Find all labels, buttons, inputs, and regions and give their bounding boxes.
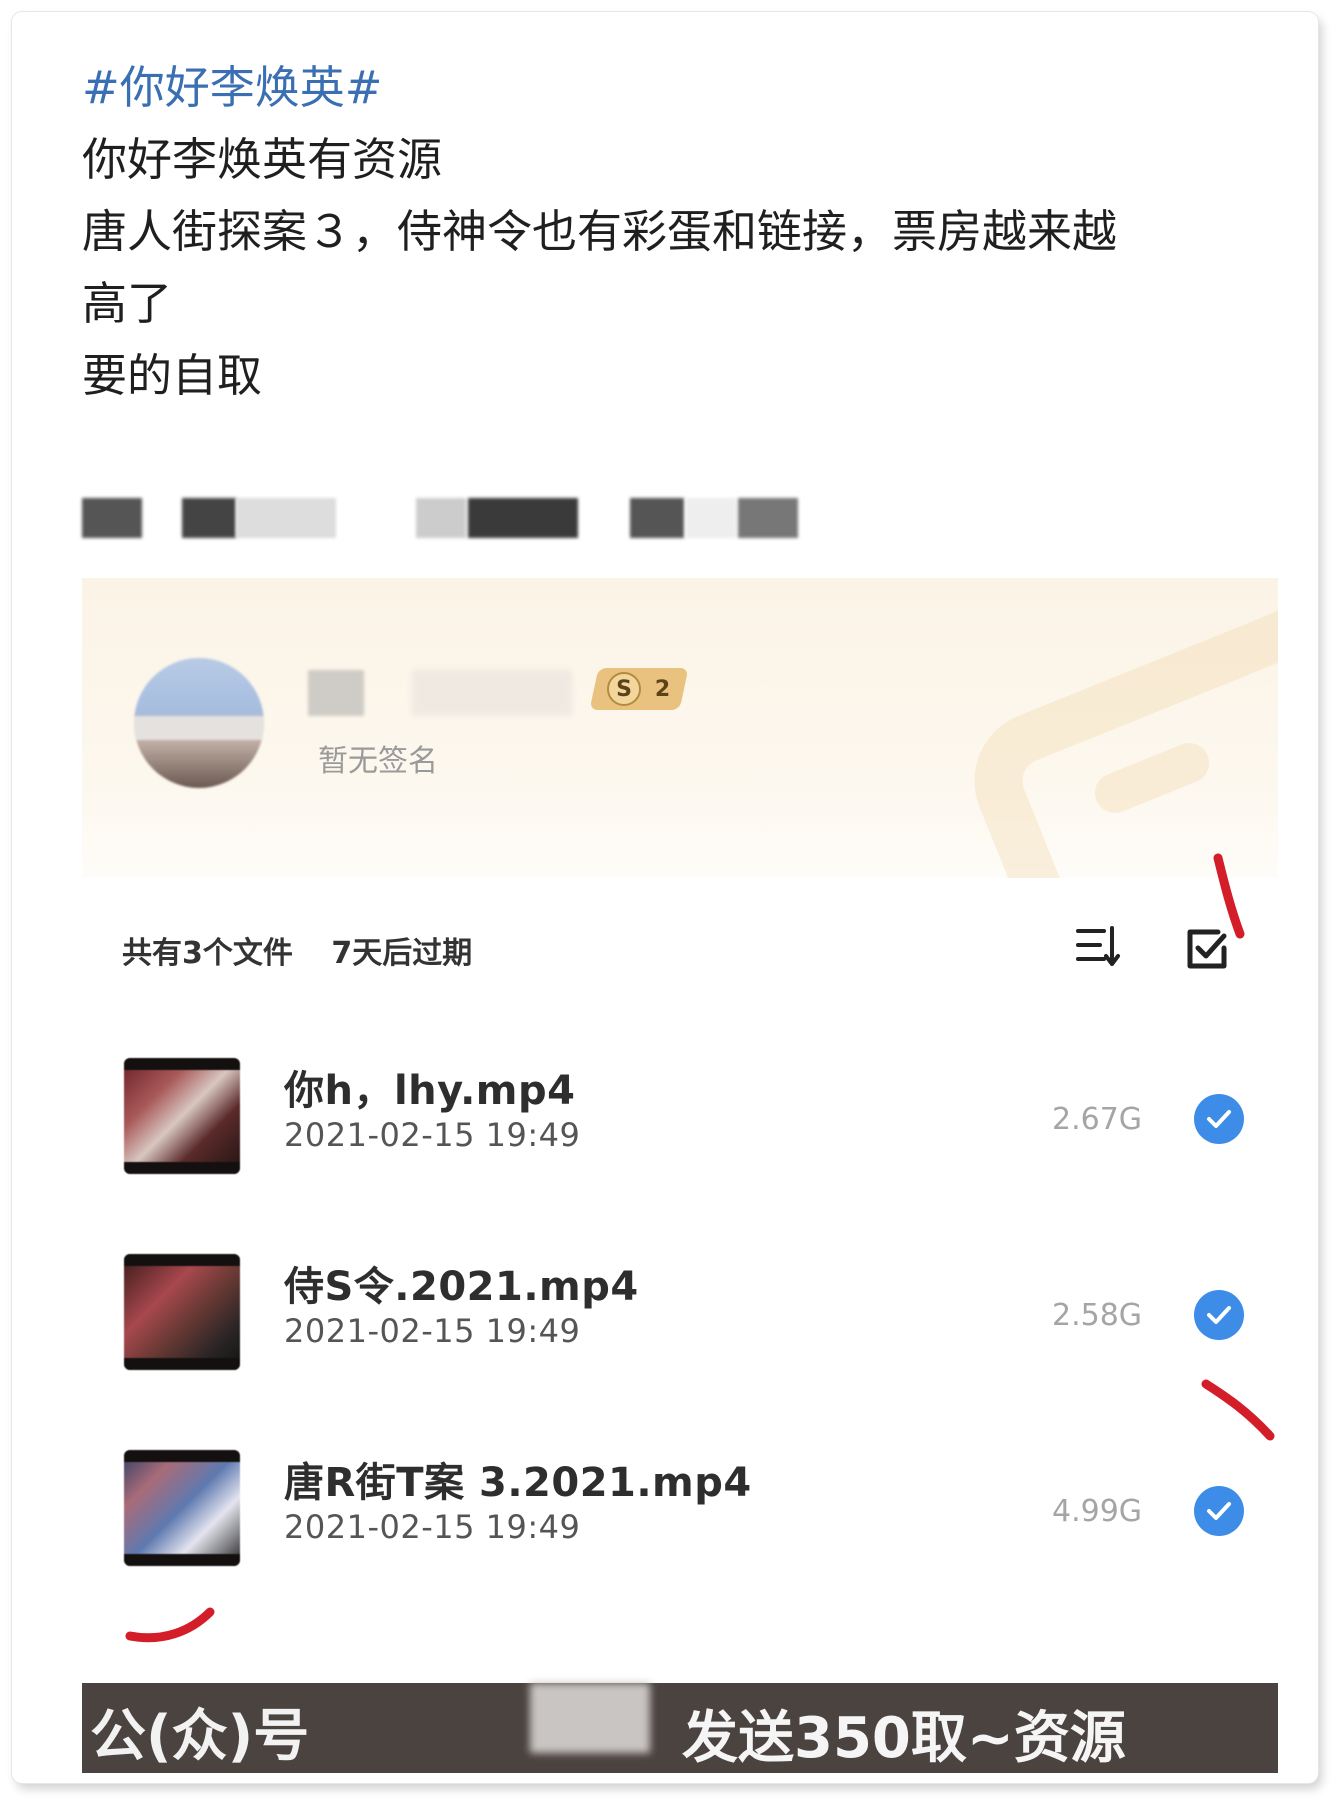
file-meta: 共有3个文件 7天后过期 bbox=[122, 928, 500, 972]
post-line: 唐人街探案３，侍神令也有彩蛋和链接，票房越来越 bbox=[82, 205, 1118, 258]
promo-banner: 公(众)号 发送350取~资源 bbox=[82, 1683, 1278, 1773]
redacted-text bbox=[82, 498, 812, 544]
post-line: 要的自取 bbox=[82, 349, 263, 402]
avatar[interactable] bbox=[134, 658, 264, 788]
expiry-text: 7天后过期 bbox=[331, 936, 473, 971]
badge-level: 2 bbox=[655, 676, 671, 702]
file-row[interactable]: 唐R街T案 3.2021.mp4 2021-02-15 19:49 4.99G bbox=[82, 1450, 1278, 1600]
file-size: 2.67G bbox=[1052, 1102, 1143, 1137]
file-name: 唐R街T案 3.2021.mp4 bbox=[284, 1460, 752, 1506]
check-circle-icon[interactable] bbox=[1194, 1094, 1244, 1144]
annotation-stroke bbox=[1213, 853, 1245, 939]
file-row[interactable]: 侍S令.2021.mp4 2021-02-15 19:49 2.58G bbox=[82, 1254, 1278, 1404]
check-circle-icon[interactable] bbox=[1194, 1486, 1244, 1536]
file-size: 2.58G bbox=[1052, 1298, 1143, 1333]
file-name: 你h，lhy.mp4 bbox=[284, 1068, 576, 1114]
banner-left-text: 公(众)号 bbox=[90, 1704, 310, 1769]
redacted-username bbox=[308, 670, 364, 716]
file-date: 2021-02-15 19:49 bbox=[284, 1508, 581, 1546]
badge-letter: S bbox=[607, 672, 642, 706]
file-date: 2021-02-15 19:49 bbox=[284, 1312, 581, 1350]
annotation-stroke bbox=[125, 1607, 215, 1643]
annotation-stroke bbox=[1201, 1379, 1275, 1441]
file-name: 侍S令.2021.mp4 bbox=[284, 1264, 639, 1310]
decorative-logo bbox=[953, 582, 1278, 878]
post-frame: #你好李焕英# 你好李焕英有资源 唐人街探案３，侍神令也有彩蛋和链接，票房越来越… bbox=[12, 12, 1318, 1783]
video-thumbnail bbox=[124, 1254, 240, 1370]
redacted-username bbox=[412, 670, 572, 716]
video-thumbnail bbox=[124, 1450, 240, 1566]
banner-right-text: 发送350取~资源 bbox=[682, 1706, 1126, 1771]
hashtag-link[interactable]: #你好李焕英# bbox=[82, 52, 1282, 124]
post-text: #你好李焕英# 你好李焕英有资源 唐人街探案３，侍神令也有彩蛋和链接，票房越来越… bbox=[82, 52, 1282, 412]
file-size: 4.99G bbox=[1052, 1494, 1143, 1529]
post-line: 高了 bbox=[82, 277, 173, 330]
redacted-text bbox=[530, 1683, 650, 1753]
video-thumbnail bbox=[124, 1058, 240, 1174]
user-signature: 暂无签名 bbox=[318, 744, 438, 779]
check-circle-icon[interactable] bbox=[1194, 1290, 1244, 1340]
profile-header: S 2 暂无签名 bbox=[82, 578, 1278, 878]
sort-icon[interactable] bbox=[1074, 922, 1126, 972]
file-count: 共有3个文件 bbox=[122, 936, 293, 971]
file-share-screenshot: S 2 暂无签名 共有3个文件 7天后过期 你h，lhy.mp4 2021-02… bbox=[82, 578, 1278, 1773]
file-row[interactable]: 你h，lhy.mp4 2021-02-15 19:49 2.67G bbox=[82, 1058, 1278, 1208]
level-badge: S 2 bbox=[589, 668, 689, 710]
post-line: 你好李焕英有资源 bbox=[82, 133, 443, 186]
file-date: 2021-02-15 19:49 bbox=[284, 1116, 581, 1154]
